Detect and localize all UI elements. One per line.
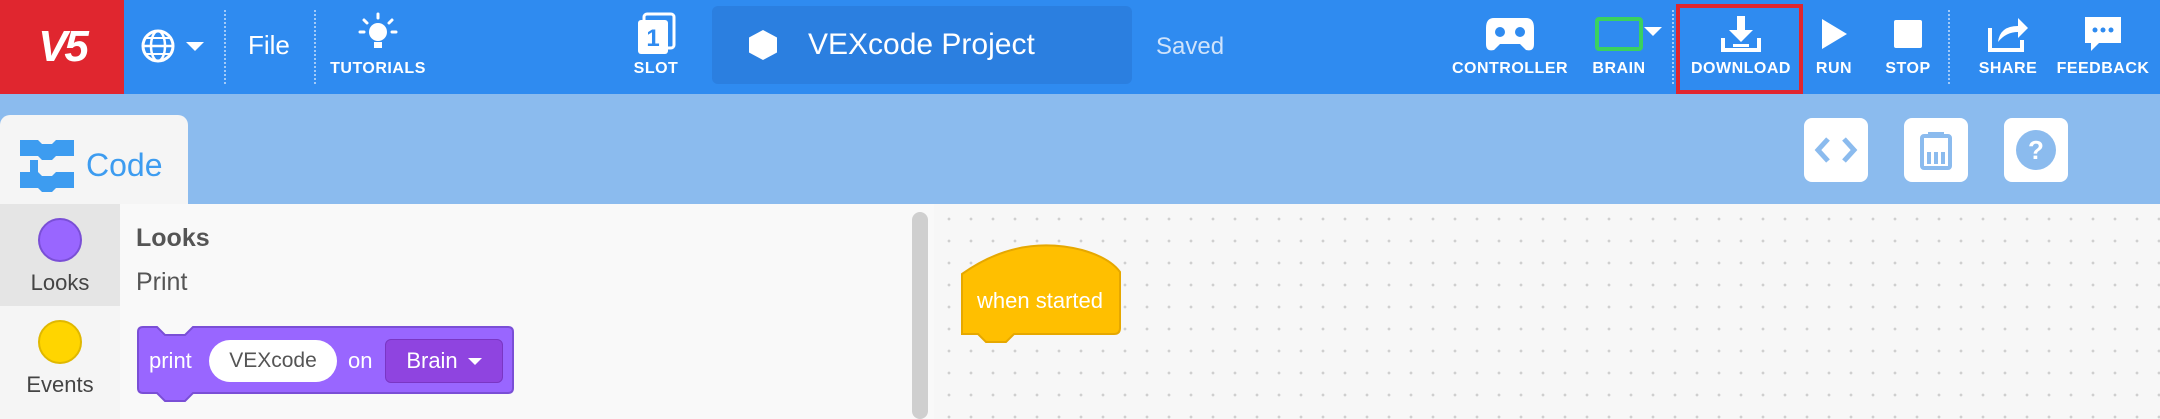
- project-name-field[interactable]: VEXcode Project: [712, 6, 1132, 84]
- slot-button[interactable]: 1 SLOT: [614, 8, 698, 78]
- device-icon: [1920, 132, 1952, 170]
- divider: [1672, 10, 1674, 84]
- category-label: Looks: [30, 270, 90, 295]
- language-menu[interactable]: [140, 24, 210, 68]
- brain-button[interactable]: BRAIN: [1582, 8, 1656, 78]
- top-toolbar: V5 File TUTORIALS 1 SLOT VEXcode Project…: [0, 0, 2160, 94]
- device-dropdown[interactable]: Brain: [385, 339, 503, 383]
- feedback-label: FEEDBACK: [2056, 60, 2150, 77]
- slot-icon: 1: [638, 12, 676, 54]
- brain-label: BRAIN: [1592, 60, 1646, 77]
- palette-section-title: Looks: [136, 224, 210, 252]
- print-block[interactable]: print VEXcode on Brain: [137, 326, 514, 402]
- share-button[interactable]: SHARE: [1978, 8, 2038, 78]
- feedback-icon: [2085, 17, 2121, 51]
- tutorials-button[interactable]: TUTORIALS: [330, 8, 426, 78]
- project-name: VEXcode Project: [808, 28, 1035, 61]
- when-started-block[interactable]: when started: [958, 238, 1122, 348]
- feedback-button[interactable]: FEEDBACK: [2056, 8, 2150, 78]
- hexagon-icon: [749, 30, 777, 60]
- device-dropdown-value: Brain: [406, 348, 458, 373]
- chevron-down-icon: [467, 357, 482, 365]
- help-button[interactable]: ?: [2004, 118, 2068, 182]
- vex-v5-logo[interactable]: V5: [0, 0, 124, 94]
- save-status: Saved: [1156, 33, 1225, 60]
- chevron-down-icon: [186, 41, 204, 51]
- slot-number: 1: [646, 25, 659, 52]
- palette-scrollbar[interactable]: [912, 212, 928, 419]
- text-code-button[interactable]: [1804, 118, 1868, 182]
- tutorials-label: TUTORIALS: [330, 60, 426, 77]
- text-code-icon: [1814, 137, 1858, 163]
- stop-label: STOP: [1885, 60, 1931, 77]
- help-icon: ?: [2016, 130, 2056, 170]
- on-keyword: on: [348, 348, 373, 373]
- run-label: RUN: [1815, 60, 1853, 77]
- print-value-input[interactable]: VEXcode: [209, 340, 337, 382]
- device-button[interactable]: [1904, 118, 1968, 182]
- divider: [224, 10, 226, 84]
- stop-icon: [1894, 20, 1922, 48]
- events-category-icon: [38, 320, 82, 364]
- hat-block-label: when started: [977, 288, 1103, 313]
- tab-code[interactable]: Code: [0, 115, 188, 215]
- code-blocks-icon: [20, 140, 74, 192]
- run-icon: [1822, 19, 1847, 49]
- file-menu[interactable]: File: [248, 30, 290, 61]
- chevron-down-icon[interactable]: [1644, 27, 1662, 36]
- logo-text: V5: [38, 22, 89, 71]
- print-keyword: print: [149, 348, 192, 373]
- divider: [314, 10, 316, 84]
- svg-text:?: ?: [2028, 135, 2044, 165]
- category-list: Looks Events: [0, 204, 120, 419]
- lightbulb-icon: [358, 12, 398, 48]
- category-label: Events: [26, 372, 94, 397]
- looks-category-icon: [38, 218, 82, 262]
- brain-icon: [1595, 17, 1643, 51]
- globe-icon: [141, 29, 175, 63]
- controller-label: CONTROLLER: [1451, 60, 1569, 77]
- tab-code-label: Code: [86, 146, 163, 183]
- controller-icon: [1486, 18, 1534, 51]
- share-icon: [1988, 18, 2028, 52]
- category-events[interactable]: Events: [0, 306, 120, 408]
- download-highlight-box: [1676, 4, 1803, 94]
- controller-button[interactable]: CONTROLLER: [1452, 8, 1568, 78]
- divider: [1948, 10, 1950, 84]
- run-button[interactable]: RUN: [1812, 8, 1856, 78]
- share-label: SHARE: [1978, 60, 2038, 77]
- stop-button[interactable]: STOP: [1884, 8, 1932, 78]
- category-looks[interactable]: Looks: [0, 204, 120, 306]
- slot-label: SLOT: [633, 60, 679, 77]
- palette-subsection-title: Print: [136, 268, 188, 296]
